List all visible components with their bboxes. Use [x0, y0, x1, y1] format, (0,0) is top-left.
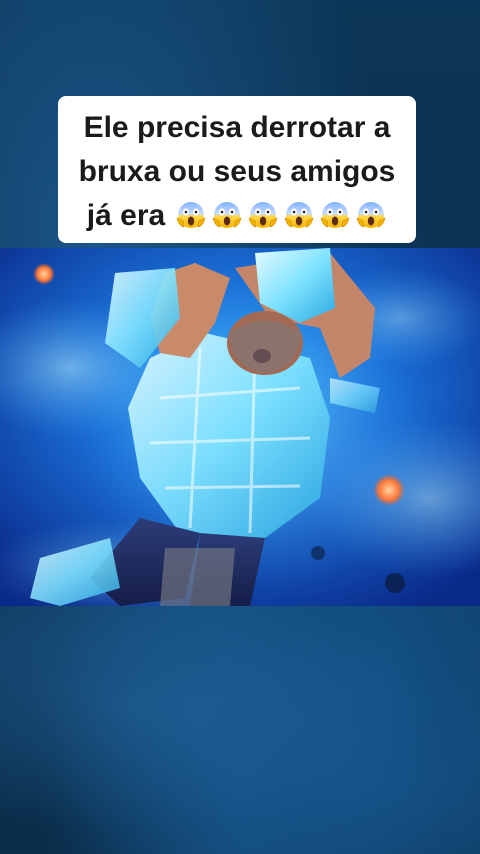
emoji-row	[171, 195, 387, 239]
background-blur-area	[0, 606, 480, 854]
screaming-face-emoji	[212, 202, 242, 229]
video-screen[interactable]: Ele precisa derrotar a bruxa ou seus ami…	[0, 0, 480, 854]
screaming-face-emoji	[248, 202, 278, 229]
screaming-face-emoji	[320, 202, 350, 229]
caption-line-2: bruxa ou seus amigos	[78, 155, 396, 188]
caption-box: Ele precisa derrotar a bruxa ou seus ami…	[58, 96, 416, 243]
video-scene-image	[0, 248, 480, 606]
caption-line-3: já era	[70, 194, 404, 239]
screaming-face-emoji	[176, 202, 206, 229]
screaming-face-emoji	[284, 202, 314, 229]
screaming-face-emoji	[356, 202, 386, 229]
caption-line-3-text: já era	[86, 199, 166, 232]
video-frame[interactable]	[0, 248, 480, 606]
caption-line-1: Ele precisa derrotar a	[83, 111, 391, 144]
